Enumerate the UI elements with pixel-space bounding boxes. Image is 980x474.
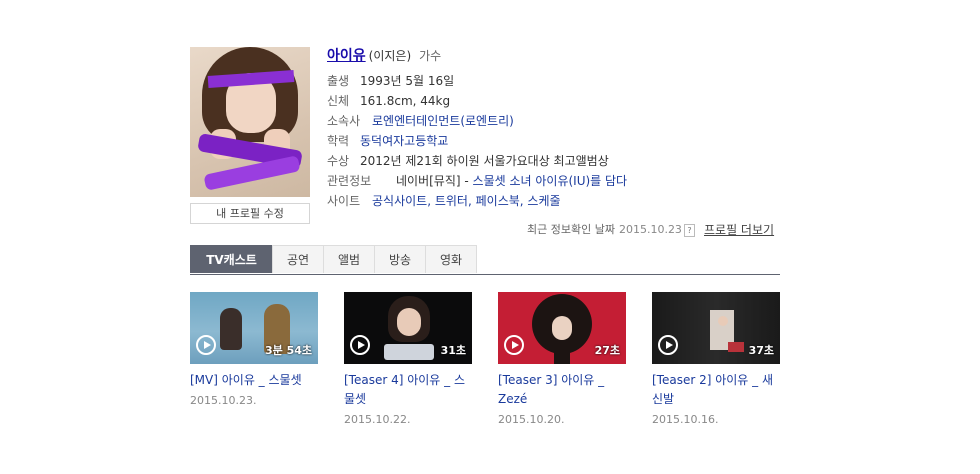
video-title-link[interactable]: [Teaser 2] 아이유 _ 새 신발 <box>652 371 780 409</box>
info-row-award: 수상 2012년 제21회 하이원 서울가요대상 최고앨범상 <box>327 152 609 170</box>
edit-profile-button[interactable]: 내 프로필 수정 <box>190 203 310 224</box>
artist-name-link[interactable]: 아이유 <box>327 48 366 64</box>
help-icon[interactable]: ? <box>683 223 695 237</box>
play-icon <box>504 335 524 355</box>
site-link-official[interactable]: 공식사이트 <box>372 194 427 208</box>
last-checked-info: 최근 정보확인 날짜 2015.10.23? <box>527 222 695 238</box>
tab-tvcast[interactable]: TV캐스트 <box>190 245 273 273</box>
profile-photo[interactable] <box>190 47 310 197</box>
video-duration: 37초 <box>748 344 774 357</box>
school-link[interactable]: 동덕여자고등학교 <box>360 134 448 148</box>
video-duration: 27초 <box>594 344 620 357</box>
info-label: 신체 <box>327 94 350 108</box>
info-value: 1993년 5월 16일 <box>360 74 455 88</box>
profile-header: 아이유 (이지은) 가수 <box>327 45 442 64</box>
video-thumbnail[interactable]: 27초 <box>498 292 626 364</box>
video-title-link[interactable]: [Teaser 4] 아이유 _ 스 물셋 <box>344 371 472 409</box>
info-label: 관련정보 <box>327 174 372 188</box>
tab-movie[interactable]: 영화 <box>425 245 477 273</box>
video-date: 2015.10.20. <box>498 413 565 426</box>
video-thumbnail[interactable]: 37초 <box>652 292 780 364</box>
play-icon <box>196 335 216 355</box>
more-profile-link[interactable]: 프로필 더보기 <box>704 221 774 238</box>
info-value: 2012년 제21회 하이원 서울가요대상 최고앨범상 <box>360 154 609 168</box>
tab-broadcast[interactable]: 방송 <box>374 245 426 273</box>
info-label: 사이트 <box>327 194 361 208</box>
info-row-birth: 출생 1993년 5월 16일 <box>327 72 454 90</box>
video-date: 2015.10.22. <box>344 413 411 426</box>
play-icon <box>350 335 370 355</box>
info-label: 학력 <box>327 134 350 148</box>
real-name: (이지은) <box>368 49 412 63</box>
info-label: 출생 <box>327 74 350 88</box>
video-duration: 31초 <box>440 344 466 357</box>
job-title: 가수 <box>419 49 442 63</box>
site-link-twitter[interactable]: 트위터 <box>435 194 468 208</box>
last-checked-date: 2015.10.23 <box>618 223 682 236</box>
related-info-link[interactable]: 스물셋 소녀 아이유(IU)를 담다 <box>473 174 628 188</box>
agency-link[interactable]: 로엔엔터테인먼트(로엔트리) <box>372 114 514 128</box>
video-title-link[interactable]: [Teaser 3] 아이유 _ Zezé <box>498 371 626 409</box>
video-thumbnail[interactable]: 31초 <box>344 292 472 364</box>
video-thumbnail[interactable]: 3분 54초 <box>190 292 318 364</box>
tab-performance[interactable]: 공연 <box>272 245 324 273</box>
info-row-sites: 사이트 공식사이트, 트위터, 페이스북, 스케줄 <box>327 194 561 208</box>
category-tabs: TV캐스트 공연 앨범 방송 영화 <box>190 245 780 275</box>
info-value: 161.8cm, 44kg <box>360 94 451 108</box>
info-row-education: 학력 동덕여자고등학교 <box>327 132 448 150</box>
video-duration: 3분 54초 <box>264 344 312 357</box>
site-link-facebook[interactable]: 페이스북 <box>476 194 520 208</box>
video-date: 2015.10.16. <box>652 413 719 426</box>
related-prefix: 네이버[뮤직] - <box>396 174 473 188</box>
video-title-link[interactable]: [MV] 아이유 _ 스물셋 <box>190 371 318 390</box>
info-label: 수상 <box>327 154 350 168</box>
video-date: 2015.10.23. <box>190 394 257 407</box>
site-link-schedule[interactable]: 스케줄 <box>527 194 560 208</box>
play-icon <box>658 335 678 355</box>
tab-album[interactable]: 앨범 <box>323 245 375 273</box>
info-row-agency: 소속사 로엔엔터테인먼트(로엔트리) <box>327 112 514 130</box>
info-row-related: 관련정보 네이버[뮤직] - 스물셋 소녀 아이유(IU)를 담다 <box>327 172 627 190</box>
info-row-body: 신체 161.8cm, 44kg <box>327 92 450 110</box>
last-checked-label: 최근 정보확인 날짜 <box>527 223 615 236</box>
info-label: 소속사 <box>327 114 361 128</box>
